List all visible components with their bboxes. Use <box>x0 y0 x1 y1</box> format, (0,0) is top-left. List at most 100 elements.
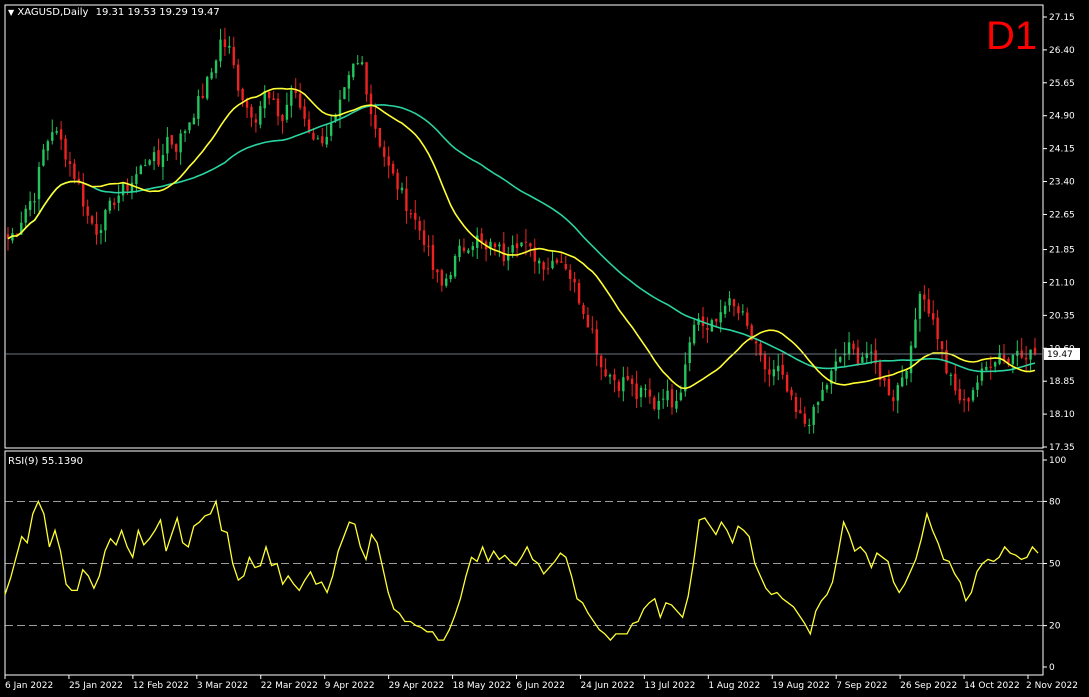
main-panel-frame <box>4 4 1044 449</box>
rsi-line <box>4 499 1039 642</box>
candle-body <box>259 106 262 125</box>
candle-body <box>812 406 815 425</box>
candle-body <box>639 387 643 398</box>
candle-body <box>192 117 196 125</box>
time-tick-label: 3 Mar 2022 <box>197 681 248 691</box>
candle-body <box>892 397 895 402</box>
candle-body <box>803 413 807 424</box>
candle-body <box>276 98 280 117</box>
candle-body <box>33 201 36 203</box>
candle-body <box>692 324 696 344</box>
candle-body <box>480 233 483 243</box>
candle-body <box>188 122 191 131</box>
price-tick-label: 18.10 <box>1049 410 1075 420</box>
candle-body <box>383 147 386 157</box>
candle-body <box>152 152 156 162</box>
candle-body <box>51 132 54 141</box>
candle-body <box>976 382 979 390</box>
candle-body <box>715 318 718 322</box>
candle-body <box>378 127 382 147</box>
candle-body <box>781 364 784 375</box>
candle-body <box>661 398 665 400</box>
candle-body <box>962 398 966 401</box>
candle-body <box>400 187 404 191</box>
time-tick-label: 6 Jun 2022 <box>517 681 565 691</box>
collapse-triangle-icon[interactable]: ▼ <box>8 8 14 17</box>
candle-body <box>46 141 50 151</box>
candle-body <box>529 243 532 247</box>
candle-body <box>816 402 820 405</box>
candle-body <box>498 244 501 247</box>
price-tick-label: 20.35 <box>1049 311 1075 321</box>
candle-body <box>626 375 629 380</box>
candle-body <box>241 88 244 101</box>
candle-body <box>369 93 373 115</box>
candle-body <box>236 64 240 91</box>
candle-body <box>940 341 944 349</box>
candle-body <box>985 366 988 371</box>
candle-body <box>666 390 669 401</box>
rsi-tick-label: 50 <box>1049 560 1061 570</box>
candle-body <box>825 385 829 390</box>
candle-body <box>772 369 776 377</box>
candle-body <box>422 230 426 245</box>
candle-body <box>511 245 514 253</box>
candle-body <box>90 216 94 224</box>
candle-body <box>993 362 997 367</box>
rsi-panel-frame <box>4 450 1044 676</box>
candle-body <box>440 270 444 286</box>
candle-body <box>546 268 550 270</box>
candle-body <box>657 400 660 410</box>
candle-body <box>834 361 837 371</box>
candle-body <box>427 245 430 247</box>
candle-body <box>768 369 771 375</box>
candle-body <box>250 106 253 118</box>
candle-body <box>144 165 147 167</box>
candle-body <box>1033 347 1037 354</box>
candle-body <box>856 347 860 364</box>
candle-body <box>949 374 953 376</box>
candle-body <box>42 149 45 166</box>
candle-body <box>86 206 89 216</box>
candle-body <box>55 131 58 133</box>
candle-body <box>847 342 851 355</box>
time-tick-label: 14 Oct 2022 <box>964 681 1020 691</box>
time-tick-label: 2 Nov 2022 <box>1026 681 1078 691</box>
candle-body <box>900 377 904 387</box>
candle-body <box>648 389 652 397</box>
candle-body <box>82 183 85 207</box>
candle-body <box>608 374 612 377</box>
rsi-tick-label: 100 <box>1049 456 1066 466</box>
candle-body <box>228 45 231 48</box>
candle-body <box>68 161 72 165</box>
candle-body <box>1016 350 1019 356</box>
candle-body <box>754 341 758 344</box>
candle-body <box>604 369 607 377</box>
candle-body <box>95 223 98 235</box>
candle-body <box>723 305 727 314</box>
candle-body <box>343 87 346 100</box>
candle-body <box>568 269 572 280</box>
candle-body <box>644 388 647 390</box>
time-tick-label: 24 Jun 2022 <box>580 681 634 691</box>
candle-body <box>197 96 200 119</box>
price-tick-label: 25.65 <box>1049 79 1075 89</box>
time-tick-label: 22 Mar 2022 <box>261 681 318 691</box>
candle-body <box>706 328 709 331</box>
main-chart-header: ▼ XAGUSD,Daily 19.31 19.53 19.29 19.47 <box>8 7 220 18</box>
candle-body <box>502 243 505 262</box>
candle-body <box>653 397 656 409</box>
candle-body <box>918 293 922 319</box>
candle-body <box>617 381 621 391</box>
candle-body <box>139 165 143 175</box>
candle-body <box>967 398 970 402</box>
price-tick-label: 26.40 <box>1049 46 1075 56</box>
candle-body <box>135 174 138 185</box>
candle-body <box>493 243 497 248</box>
candle-body <box>675 400 678 409</box>
price-tick-label: 21.85 <box>1049 246 1075 256</box>
candle-body <box>183 131 187 134</box>
candle-body <box>861 356 864 363</box>
candle-body <box>356 63 359 65</box>
candle-body <box>37 166 41 200</box>
